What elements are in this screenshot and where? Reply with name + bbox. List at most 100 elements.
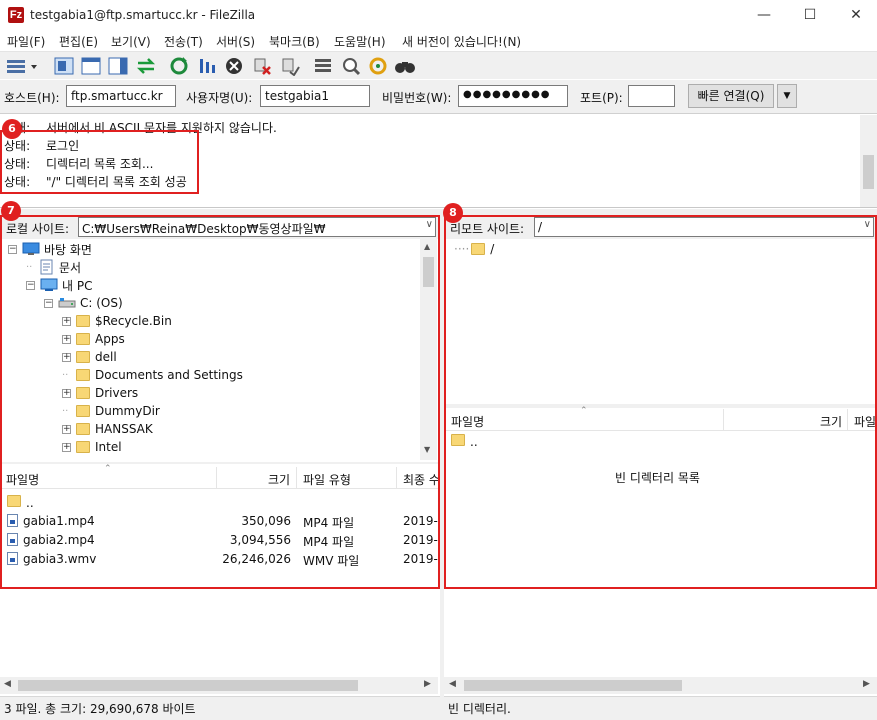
column-size[interactable]: 크기	[820, 413, 842, 430]
tree-item-folder[interactable]: + dell	[62, 348, 117, 366]
title-bar: Fz testgabia1@ftp.smartucc.kr - FileZill…	[0, 0, 877, 30]
menu-help[interactable]: 도움말(H)	[334, 33, 386, 50]
file-row[interactable]: gabia3.wmv 26,246,026 WMV 파일 2019-	[0, 549, 438, 568]
menu-new-version[interactable]: 새 버전이 있습니다!(N)	[402, 33, 521, 50]
remote-path-text: /	[538, 220, 543, 234]
folder-icon	[76, 387, 90, 399]
collapse-icon[interactable]: −	[44, 298, 53, 308]
log-text: 로그인	[46, 139, 80, 153]
column-filename[interactable]: 파일명	[451, 413, 484, 430]
cancel-operation-icon[interactable]	[223, 55, 245, 77]
menu-bookmarks[interactable]: 북마크(B)	[269, 33, 320, 50]
menu-server[interactable]: 서버(S)	[216, 33, 255, 50]
tree-item-folder[interactable]: ·· DummyDir	[62, 402, 160, 420]
tree-item-folder[interactable]: + $Recycle.Bin	[62, 312, 172, 330]
tree-item-folder[interactable]: ·· Documents and Settings	[62, 366, 243, 384]
scroll-left-icon[interactable]: ◀	[4, 679, 11, 689]
expand-icon[interactable]: +	[62, 388, 71, 398]
compare-directories-icon[interactable]	[340, 55, 362, 77]
scroll-right-icon[interactable]: ▶	[863, 679, 870, 689]
local-tree-scrollbar[interactable]: ▲ ▼	[420, 239, 437, 460]
column-size[interactable]: 크기	[268, 471, 290, 488]
toggle-transfer-queue-icon[interactable]	[135, 55, 157, 77]
minimize-button[interactable]: —	[741, 0, 787, 30]
remote-splitter[interactable]	[444, 404, 877, 408]
file-row-parent[interactable]: ..	[0, 492, 438, 511]
folder-icon	[76, 405, 90, 417]
local-tree-scroll-thumb[interactable]	[423, 257, 434, 287]
username-input[interactable]: testgabia1	[260, 85, 370, 107]
remote-path-combo[interactable]: / ∨	[534, 217, 874, 237]
scroll-up-icon[interactable]: ▲	[424, 242, 430, 251]
directory-listing-filters-icon[interactable]	[312, 55, 334, 77]
tree-item-documents[interactable]: ·· 문서	[26, 258, 81, 276]
menu-edit[interactable]: 편집(E)	[59, 33, 98, 50]
log-scrollbar[interactable]	[860, 115, 877, 207]
synchronized-browsing-icon[interactable]	[367, 55, 389, 77]
expand-icon[interactable]: +	[62, 334, 71, 344]
log-scroll-thumb[interactable]	[863, 155, 874, 189]
file-row-parent[interactable]: ..	[451, 434, 478, 453]
toggle-local-tree-icon[interactable]	[80, 55, 102, 77]
expand-icon[interactable]: +	[62, 442, 71, 452]
scroll-right-icon[interactable]: ▶	[424, 679, 431, 689]
file-row[interactable]: gabia1.mp4 350,096 MP4 파일 2019-	[0, 511, 438, 530]
remote-hscrollbar[interactable]: ◀ ▶	[444, 677, 877, 694]
host-input[interactable]: ftp.smartucc.kr	[66, 85, 176, 107]
tree-item-c-drive[interactable]: − C: (OS)	[44, 294, 123, 312]
file-name: gabia2.mp4	[23, 533, 95, 547]
port-label: 포트(P):	[580, 91, 623, 105]
toggle-remote-tree-icon[interactable]	[107, 55, 129, 77]
tree-item-folder[interactable]: + Drivers	[62, 384, 138, 402]
file-row[interactable]: gabia2.mp4 3,094,556 MP4 파일 2019-	[0, 530, 438, 549]
collapse-icon[interactable]: −	[8, 244, 17, 254]
close-button[interactable]: ✕	[833, 0, 877, 30]
local-path-combo[interactable]: C:₩Users₩Reina₩Desktop₩동영상파일₩ ∨	[78, 217, 436, 237]
tree-item-folder[interactable]: + HANSSAK	[62, 420, 153, 438]
local-hscrollbar[interactable]: ◀ ▶	[0, 677, 438, 694]
column-filename[interactable]: 파일명	[6, 471, 39, 488]
remote-hscroll-thumb[interactable]	[464, 680, 682, 691]
menu-file[interactable]: 파일(F)	[7, 33, 45, 50]
tree-item-folder[interactable]: + Apps	[62, 330, 125, 348]
menu-transfer[interactable]: 전송(T)	[164, 33, 203, 50]
tree-item-label: Drivers	[95, 386, 139, 400]
refresh-icon[interactable]	[168, 55, 190, 77]
maximize-button[interactable]: ☐	[787, 0, 833, 30]
quickconnect-button[interactable]: 빠른 연결(Q)	[688, 84, 774, 108]
tree-item-label: 문서	[59, 260, 82, 275]
file-size: 26,246,026	[222, 552, 291, 566]
local-site-bar: 로컬 사이트: C:₩Users₩Reina₩Desktop₩동영상파일₩ ∨	[0, 215, 440, 239]
column-modified[interactable]: 최종 수	[403, 471, 440, 488]
site-manager-icon[interactable]	[4, 55, 40, 77]
expand-icon[interactable]: +	[62, 352, 71, 362]
scroll-down-icon[interactable]: ▼	[424, 445, 430, 454]
menu-view[interactable]: 보기(V)	[111, 33, 151, 50]
toolbar	[0, 51, 877, 79]
tree-item-this-pc[interactable]: − 내 PC	[26, 276, 92, 294]
reconnect-icon[interactable]	[279, 55, 301, 77]
local-path-text: C:₩Users₩Reina₩Desktop₩동영상파일₩	[82, 222, 326, 236]
toggle-message-log-icon[interactable]	[53, 55, 75, 77]
expand-icon[interactable]: +	[62, 424, 71, 434]
document-icon	[40, 259, 53, 275]
column-permissions[interactable]: 파일	[854, 413, 876, 430]
port-input[interactable]	[628, 85, 675, 107]
folder-icon	[76, 351, 90, 363]
search-remote-files-icon[interactable]	[394, 55, 416, 77]
folder-icon	[76, 423, 90, 435]
tree-item-desktop[interactable]: − 바탕 화면	[8, 240, 92, 258]
tree-item-folder[interactable]: + Intel	[62, 438, 122, 456]
empty-directory-message: 빈 디렉터리 목록	[615, 471, 700, 485]
password-input[interactable]: ●●●●●●●●●	[458, 85, 568, 107]
column-filetype[interactable]: 파일 유형	[303, 471, 351, 488]
collapse-icon[interactable]: −	[26, 280, 35, 290]
scroll-left-icon[interactable]: ◀	[449, 679, 456, 689]
local-hscroll-thumb[interactable]	[18, 680, 358, 691]
process-queue-icon[interactable]	[196, 55, 218, 77]
local-splitter[interactable]	[0, 462, 438, 464]
quickconnect-dropdown-button[interactable]: ▼	[777, 84, 797, 108]
disconnect-icon[interactable]	[251, 55, 273, 77]
tree-item-root[interactable]: ···· /	[454, 240, 494, 258]
expand-icon[interactable]: +	[62, 316, 71, 326]
